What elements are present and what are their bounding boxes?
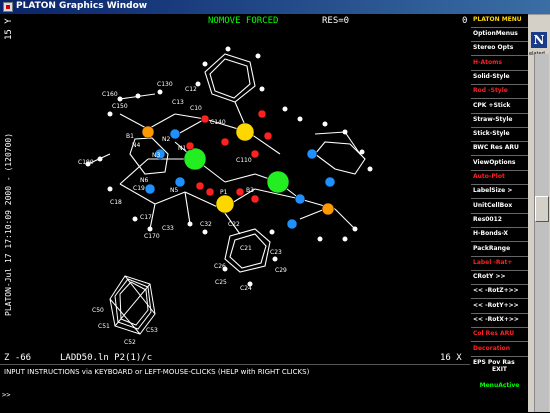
svg-text:C190: C190	[78, 159, 94, 166]
ring-right	[314, 141, 366, 175]
menu-divider	[471, 298, 528, 299]
menu-title: PLATON MENU	[473, 16, 522, 23]
menu-divider	[471, 341, 528, 342]
menu-item[interactable]: Stick-Style	[471, 128, 528, 141]
menu-item[interactable]: OptionMenus	[471, 28, 528, 41]
top-left-vertical: 15 Y	[4, 18, 14, 40]
menu-item[interactable]: Label -Rat+	[471, 257, 528, 270]
menu-item[interactable]: Solid-Style	[471, 71, 528, 84]
menu-item[interactable]: Stereo Opts	[471, 42, 528, 55]
menu-item[interactable]: ViewOptions	[471, 157, 528, 170]
svg-text:C17: C17	[140, 214, 152, 221]
instruction-text: INPUT INSTRUCTIONS via KEYBOARD or LEFT-…	[4, 368, 310, 376]
svg-text:C51: C51	[98, 323, 110, 330]
svg-text:C160: C160	[102, 91, 118, 98]
menu-active-indicator: MenuActive	[479, 382, 520, 389]
svg-text:C18: C18	[110, 199, 122, 206]
svg-text:C50: C50	[92, 307, 104, 314]
svg-text:C21: C21	[240, 245, 252, 252]
molecule-view[interactable]: NOMOVE FORCED RES=0 0 15 Y PLATON-Jul 17…	[0, 14, 470, 364]
menu-item[interactable]: BWC Res ARU	[471, 142, 528, 155]
svg-text:P1: P1	[220, 189, 228, 196]
menu-item[interactable]: CRotY >>	[471, 271, 528, 284]
menu-item[interactable]: << -RotX+>>	[471, 314, 528, 327]
exit-panel: EXIT MenuActive	[471, 364, 528, 412]
svg-text:C170: C170	[144, 233, 160, 240]
scrollbar-thumb[interactable]	[535, 196, 549, 222]
menu-item[interactable]: Straw-Style	[471, 114, 528, 127]
svg-text:N5: N5	[170, 187, 178, 194]
atoms	[141, 109, 336, 230]
instruction-area[interactable]: INPUT INSTRUCTIONS via KEYBOARD or LEFT-…	[0, 364, 470, 413]
title-bar: PLATON Graphics Window	[0, 0, 550, 14]
res-label: RES=0	[322, 16, 349, 26]
menu-item[interactable]: CPK +Stick	[471, 100, 528, 113]
svg-text:C53: C53	[146, 327, 158, 334]
svg-text:N6: N6	[140, 177, 148, 184]
svg-text:C140: C140	[210, 119, 226, 126]
exit-button[interactable]: EXIT	[471, 366, 528, 373]
svg-text:C33: C33	[162, 225, 174, 232]
menu-item[interactable]: H-Atoms	[471, 57, 528, 70]
menu-item[interactable]: Rod -Style	[471, 85, 528, 98]
svg-text:C24: C24	[240, 285, 252, 292]
svg-text:N4: N4	[132, 142, 140, 149]
svg-text:C29: C29	[275, 267, 287, 274]
menu-item[interactable]: << -RotZ+>>	[471, 285, 528, 298]
panel-divider	[528, 14, 550, 15]
right-side-panel: N elated	[528, 14, 550, 412]
menu-divider	[471, 98, 528, 99]
svg-text:C130: C130	[157, 81, 173, 88]
netscape-logo-icon[interactable]: N	[531, 32, 547, 48]
menu-item[interactable]: UnitCellBox	[471, 200, 528, 213]
header-status: NOMOVE FORCED	[208, 16, 278, 26]
menu-divider	[471, 155, 528, 156]
menu-divider	[471, 198, 528, 199]
svg-text:N3: N3	[152, 152, 160, 159]
svg-text:C19: C19	[133, 185, 145, 192]
corner-top-right: 0	[462, 16, 467, 26]
menu-item[interactable]: Col Res ARU	[471, 328, 528, 341]
menu-divider	[471, 55, 528, 56]
window-title: PLATON Graphics Window	[16, 1, 148, 11]
menu-item[interactable]: Decoration	[471, 343, 528, 356]
bottom-center-label: LADD50.ln P2(1)/c	[60, 353, 152, 363]
menu-item[interactable]: H-Bonds-X	[471, 228, 528, 241]
svg-text:C32: C32	[200, 221, 212, 228]
left-vertical-text: PLATON-Jul 17 17:10:09 2000 - (120700)	[4, 133, 13, 316]
svg-text:C10: C10	[190, 105, 202, 112]
app-icon[interactable]	[3, 2, 13, 12]
menu-item[interactable]: << -RotY+>>	[471, 300, 528, 313]
platon-menu: PLATON MENU OptionMenus Stereo Opts H-Atom…	[471, 14, 528, 388]
svg-text:C22: C22	[228, 221, 240, 228]
atom-labels: C160 C150 C130 C12 C13 C10 C140 B1 N4 N1…	[78, 81, 287, 346]
bonds	[87, 53, 366, 273]
svg-text:C26: C26	[214, 263, 226, 270]
svg-text:B1: B1	[126, 133, 134, 140]
svg-text:C52: C52	[124, 339, 136, 346]
svg-text:C13: C13	[172, 99, 184, 106]
vertical-scrollbar[interactable]	[534, 54, 549, 412]
command-prompt[interactable]: >>	[2, 391, 10, 399]
svg-text:C150: C150	[112, 103, 128, 110]
menu-item[interactable]: Res0012	[471, 214, 528, 227]
svg-text:N1: N1	[178, 145, 186, 152]
svg-text:N2: N2	[162, 136, 170, 143]
graphics-canvas[interactable]: NOMOVE FORCED RES=0 0 15 Y PLATON-Jul 17…	[0, 14, 470, 364]
menu-item[interactable]: Auto-Plot	[471, 171, 528, 184]
hydrogens	[85, 46, 373, 287]
bottom-left-label: Z -66	[4, 353, 31, 363]
bottom-right-label: 16 X	[440, 353, 462, 363]
svg-text:C110: C110	[236, 157, 252, 164]
cage-molecule	[109, 275, 156, 335]
svg-text:C23: C23	[270, 249, 282, 256]
svg-text:C25: C25	[215, 279, 227, 286]
svg-text:C12: C12	[185, 86, 197, 93]
svg-text:B3: B3	[246, 187, 254, 194]
phenyl-ring-top	[204, 53, 256, 103]
menu-divider	[471, 241, 528, 242]
menu-item[interactable]: PackRange	[471, 243, 528, 256]
menu-item[interactable]: LabelSize >	[471, 185, 528, 198]
